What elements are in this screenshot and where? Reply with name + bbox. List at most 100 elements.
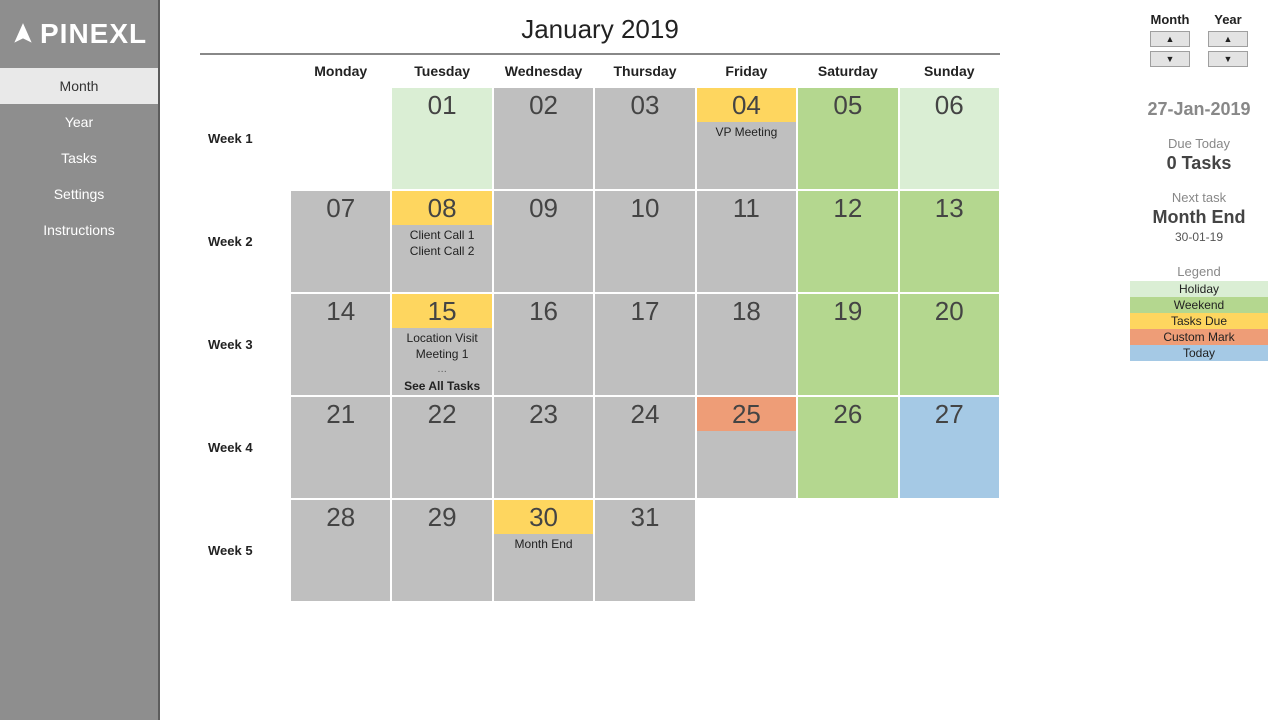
task-line: Month End xyxy=(494,536,593,552)
day-cell[interactable]: 03 xyxy=(594,87,695,190)
legend-label: Legend xyxy=(1130,264,1268,279)
day-cell[interactable]: 11 xyxy=(696,190,797,293)
day-cell[interactable]: 26 xyxy=(797,396,898,499)
month-spinner: Month ▲ ▼ xyxy=(1150,12,1190,71)
day-header: Wednesday xyxy=(493,55,594,87)
day-number: 24 xyxy=(595,397,694,431)
day-number: 04 xyxy=(697,88,796,122)
day-body xyxy=(900,225,999,292)
day-cell[interactable]: 19 xyxy=(797,293,898,396)
day-cell[interactable]: 06 xyxy=(899,87,1000,190)
day-number: 08 xyxy=(392,191,491,225)
day-number: 09 xyxy=(494,191,593,225)
due-today-label: Due Today xyxy=(1130,136,1268,151)
day-body xyxy=(595,431,694,498)
day-number: 12 xyxy=(798,191,897,225)
day-cell[interactable]: 30Month End xyxy=(493,499,594,602)
year-up-button[interactable]: ▲ xyxy=(1208,31,1248,47)
main-area: January 2019 MondayTuesdayWednesdayThurs… xyxy=(160,0,1130,720)
day-cell[interactable]: 15Location VisitMeeting 1…See All Tasks xyxy=(391,293,492,396)
day-body xyxy=(595,328,694,395)
day-cell[interactable]: 13 xyxy=(899,190,1000,293)
day-body xyxy=(900,431,999,498)
day-header: Monday xyxy=(290,55,391,87)
day-cell[interactable]: 24 xyxy=(594,396,695,499)
day-number: 20 xyxy=(900,294,999,328)
day-number: 07 xyxy=(291,191,390,225)
day-cell[interactable]: 23 xyxy=(493,396,594,499)
day-body xyxy=(494,225,593,292)
sidebar-item-month[interactable]: Month xyxy=(0,68,158,104)
day-body xyxy=(900,328,999,395)
week-label: Week 1 xyxy=(200,87,290,190)
day-cell[interactable]: 25 xyxy=(696,396,797,499)
day-body: VP Meeting xyxy=(697,122,796,189)
day-number: 23 xyxy=(494,397,593,431)
calendar-title: January 2019 xyxy=(200,10,1000,55)
day-cell[interactable]: 07 xyxy=(290,190,391,293)
sidebar-item-instructions[interactable]: Instructions xyxy=(0,212,158,248)
day-body xyxy=(798,225,897,292)
day-cell[interactable]: 05 xyxy=(797,87,898,190)
day-cell[interactable]: 08Client Call 1Client Call 2 xyxy=(391,190,492,293)
task-line: Client Call 2 xyxy=(392,243,491,259)
next-task-label: Next task xyxy=(1130,190,1268,205)
day-number: 29 xyxy=(392,500,491,534)
day-cell[interactable]: 31 xyxy=(594,499,695,602)
day-number: 25 xyxy=(697,397,796,431)
day-cell[interactable]: 21 xyxy=(290,396,391,499)
sidebar-item-settings[interactable]: Settings xyxy=(0,176,158,212)
due-today-value: 0 Tasks xyxy=(1130,153,1268,174)
day-body xyxy=(595,122,694,189)
month-up-button[interactable]: ▲ xyxy=(1150,31,1190,47)
day-cell[interactable]: 18 xyxy=(696,293,797,396)
day-cell[interactable]: 09 xyxy=(493,190,594,293)
year-spinner-label: Year xyxy=(1208,12,1248,27)
day-number: 02 xyxy=(494,88,593,122)
day-number: 16 xyxy=(494,294,593,328)
day-cell[interactable]: 02 xyxy=(493,87,594,190)
day-body xyxy=(392,122,491,189)
day-number: 22 xyxy=(392,397,491,431)
day-body: Location VisitMeeting 1…See All Tasks xyxy=(392,328,491,395)
day-cell[interactable]: 17 xyxy=(594,293,695,396)
month-spinner-label: Month xyxy=(1150,12,1190,27)
day-cell[interactable]: 04VP Meeting xyxy=(696,87,797,190)
day-cell[interactable]: 28 xyxy=(290,499,391,602)
day-number: 26 xyxy=(798,397,897,431)
day-body xyxy=(900,122,999,189)
day-header: Tuesday xyxy=(391,55,492,87)
year-down-button[interactable]: ▼ xyxy=(1208,51,1248,67)
task-line: Client Call 1 xyxy=(392,227,491,243)
month-down-button[interactable]: ▼ xyxy=(1150,51,1190,67)
day-cell[interactable]: 29 xyxy=(391,499,492,602)
brand-text: PINEXL xyxy=(40,18,147,50)
day-header: Friday xyxy=(696,55,797,87)
day-cell[interactable]: 10 xyxy=(594,190,695,293)
next-task-date: 30-01-19 xyxy=(1130,230,1268,244)
week-label: Week 4 xyxy=(200,396,290,499)
day-number: 28 xyxy=(291,500,390,534)
legend: Legend HolidayWeekendTasks DueCustom Mar… xyxy=(1130,264,1268,361)
see-all-tasks[interactable]: See All Tasks xyxy=(392,378,491,394)
week-label: Week 2 xyxy=(200,190,290,293)
day-body xyxy=(595,225,694,292)
sidebar-item-tasks[interactable]: Tasks xyxy=(0,140,158,176)
day-cell[interactable]: 20 xyxy=(899,293,1000,396)
day-number: 19 xyxy=(798,294,897,328)
day-body xyxy=(291,431,390,498)
sidebar-item-year[interactable]: Year xyxy=(0,104,158,140)
day-number: 10 xyxy=(595,191,694,225)
day-cell[interactable]: 01 xyxy=(391,87,492,190)
right-panel: Month ▲ ▼ Year ▲ ▼ 27-Jan-2019 Due Today… xyxy=(1130,0,1280,720)
day-cell[interactable]: 27 xyxy=(899,396,1000,499)
day-cell[interactable]: 22 xyxy=(391,396,492,499)
day-cell[interactable]: 16 xyxy=(493,293,594,396)
day-number: 15 xyxy=(392,294,491,328)
day-cell[interactable]: 14 xyxy=(290,293,391,396)
task-line: Location Visit xyxy=(392,330,491,346)
day-cell[interactable]: 12 xyxy=(797,190,898,293)
day-body: Client Call 1Client Call 2 xyxy=(392,225,491,292)
legend-item: Holiday xyxy=(1130,281,1268,297)
day-body xyxy=(291,534,390,601)
